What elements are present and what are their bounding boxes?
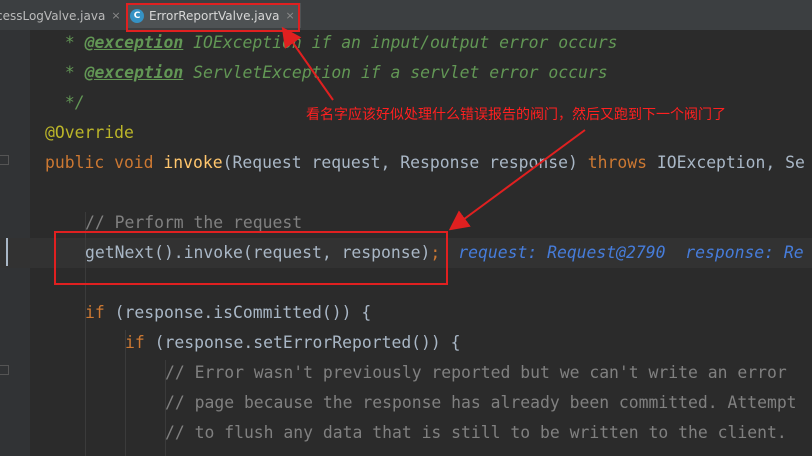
arrow-to-invoke (448, 129, 586, 231)
arrow-to-tab (281, 26, 334, 101)
annotation-arrows (281, 26, 586, 231)
